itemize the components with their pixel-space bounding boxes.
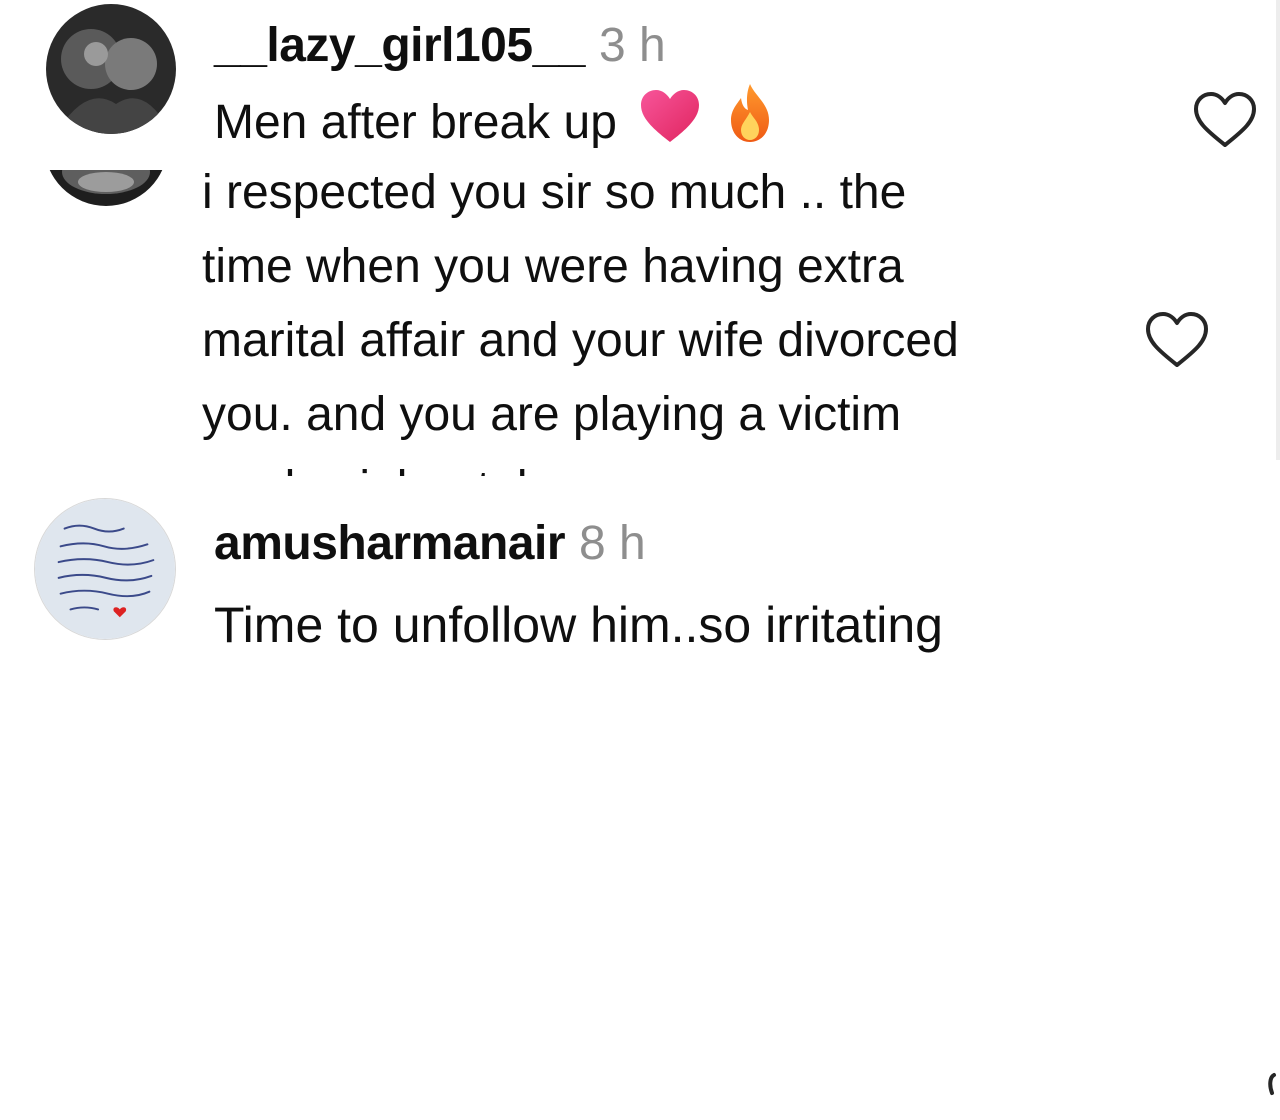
comment-text-line: you. and you are playing a victim [202, 388, 902, 441]
avatar-image [35, 499, 175, 639]
comment-item: __lazy_girl105__ 3 h Men after break up [0, 0, 1280, 160]
heart-outline-icon [1194, 92, 1256, 147]
heart-emoji [639, 88, 701, 166]
comment-timestamp: 3 h [598, 19, 666, 72]
heart-outline-icon [1146, 312, 1208, 367]
username-link[interactable]: amusharmanair [214, 517, 566, 570]
like-button[interactable] [1144, 310, 1210, 370]
avatar-image [44, 170, 168, 206]
avatar[interactable] [44, 170, 168, 206]
avatar-clip [40, 170, 170, 210]
comment-text-viewport: i respected you sir so much .. the time … [200, 160, 1160, 476]
comment-timestamp: 8 h [579, 517, 646, 570]
like-button-partial[interactable] [1266, 1071, 1280, 1115]
avatar[interactable] [34, 498, 176, 640]
comment-text: Men after break up [214, 82, 775, 166]
comment-text-line: i respected you sir so much .. the [202, 166, 907, 219]
comment-text-line: marital affair and your wife divorced [202, 314, 959, 367]
comment-text-content: Men after break up [214, 96, 617, 149]
heart-outline-icon [1268, 1073, 1276, 1095]
comment-header: amusharmanair 8 h [214, 516, 646, 572]
avatar-image [46, 4, 176, 134]
username-link[interactable]: __lazy_girl105__ [214, 19, 585, 72]
comment-text-line: card axiubuetalu [202, 452, 554, 476]
fire-emoji [725, 82, 775, 166]
comment-item: i respected you sir so much .. the time … [0, 160, 1280, 476]
comment-text: Time to unfollow him..so irritating [214, 597, 943, 653]
comment-item: amusharmanair 8 h Time to unfollow him..s… [0, 476, 1280, 1095]
like-button[interactable] [1192, 90, 1258, 150]
avatar[interactable] [46, 4, 176, 134]
comment-header: __lazy_girl105__ 3 h [214, 18, 666, 74]
scrollbar-track[interactable] [1276, 0, 1280, 460]
comment-text-line: time when you were having extra [202, 240, 904, 293]
